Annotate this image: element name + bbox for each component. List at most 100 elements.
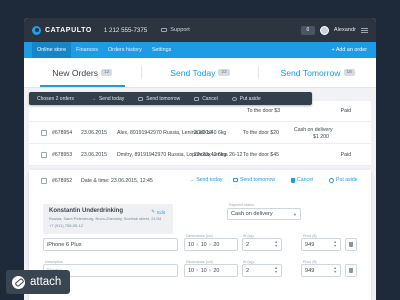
order-id-cell: #678954	[52, 129, 73, 136]
cancel-button[interactable]: Cancel	[291, 177, 313, 183]
put-aside-label: Put aside	[239, 95, 261, 102]
put-aside-button[interactable]: Put aside	[329, 177, 358, 183]
payment-status-label: Payment status	[229, 203, 254, 207]
tab-new-orders[interactable]: New Orders 12	[24, 58, 141, 87]
row-checkbox[interactable]	[41, 129, 47, 136]
dimensions-input[interactable]: 10 × 10 × 20	[184, 238, 238, 251]
nav-item-online-store[interactable]: Online store	[32, 42, 72, 58]
date-cell: 23.06.2015	[81, 151, 107, 158]
customer-phone: +7 (911) 755-55-12	[49, 223, 84, 229]
dim-length: 10	[188, 267, 194, 274]
trash-icon	[349, 242, 353, 247]
cancel-button[interactable]: Cancel	[187, 96, 225, 102]
top-bar: CATAPULTO 1 212 555-7375 Support 0 Alexa…	[24, 18, 376, 42]
payment-cell: Cash on delivery	[294, 127, 333, 133]
stepper-arrows-icon[interactable]: ▲ ▼	[333, 266, 337, 274]
add-order-button[interactable]: + Add an order	[331, 42, 376, 58]
dim-width: 10	[200, 267, 207, 274]
stepper-arrows-icon[interactable]: ▲ ▼	[333, 240, 337, 248]
delivery-cell: To the door $3	[247, 108, 281, 114]
put-aside-button[interactable]: Put aside	[225, 96, 268, 102]
selection-action-bar: Chosen 2 orders Send today Send tomorrow…	[29, 92, 312, 105]
stepper-arrows-icon[interactable]: ▲ ▼	[274, 266, 278, 274]
send-today-label: Send today	[98, 95, 125, 102]
tab-count-badge: 12	[101, 69, 113, 76]
send-today-button[interactable]: Send today	[84, 96, 131, 102]
dim-length: 10	[188, 241, 194, 248]
tab-send-today[interactable]: Send Today 22	[142, 58, 259, 87]
send-tomorrow-label: Send tomorrow	[146, 95, 181, 102]
nav-item-orders-history[interactable]: Orders history	[103, 42, 147, 58]
edit-customer-button[interactable]: ✎ Edit	[151, 209, 165, 215]
calendar-icon	[233, 178, 238, 182]
attach-button[interactable]: attach	[6, 270, 71, 294]
clock-icon	[231, 96, 237, 101]
weight-value: 2	[246, 267, 250, 274]
order-datetime: Date & time: 23.06.2015, 12:45	[81, 178, 153, 184]
item-name-input[interactable]: iPhone 6 Plus	[43, 238, 178, 251]
tab-label: Send Tomorrow	[280, 67, 341, 78]
times-icon: ×	[196, 268, 199, 273]
weight-stepper[interactable]: 2 ▲ ▼	[242, 264, 282, 277]
table-row[interactable]: #678954 23.06.2015 Alex, 89191942970 Rus…	[29, 122, 371, 144]
order-id: #678952	[52, 178, 73, 184]
main-nav: Online store Finances Orders history Set…	[24, 42, 376, 58]
row-checkbox[interactable]	[41, 151, 47, 158]
support-link[interactable]: Support	[161, 27, 190, 33]
payment-status-select[interactable]: Cash on delivery ▼	[227, 208, 301, 220]
order-id-cell: #678953	[52, 151, 73, 158]
send-tomorrow-button[interactable]: Send tomorrow	[131, 96, 187, 102]
remove-item-button[interactable]	[345, 264, 357, 277]
trash-icon	[291, 177, 295, 183]
dimensions-input[interactable]: 10 × 10 × 20	[184, 264, 238, 277]
trash-icon	[349, 268, 353, 273]
dims-cell: 20x20x40 6kg	[194, 129, 227, 136]
tab-label: Send Today	[170, 67, 216, 78]
dim-width: 10	[200, 241, 207, 248]
tab-send-tomorrow[interactable]: Send Tomorrow 18	[259, 58, 376, 87]
price-value: 949	[305, 267, 315, 274]
delivery-cell: To the door $45	[243, 151, 280, 158]
send-today-button[interactable]: → Send today	[189, 177, 222, 183]
weight-stepper[interactable]: 2 ▲ ▼	[242, 238, 282, 251]
trash-icon	[194, 96, 200, 101]
tab-label: New Orders	[52, 67, 99, 78]
pencil-icon: ✎	[151, 209, 156, 214]
send-today-label: Send today	[196, 177, 223, 183]
price-stepper[interactable]: 949 ▲ ▼	[301, 238, 341, 251]
tab-count-badge: 22	[218, 69, 230, 76]
stepper-arrows-icon[interactable]: ▲ ▼	[274, 240, 278, 248]
calendar-icon	[138, 96, 144, 101]
user-name[interactable]: Alexandr	[334, 27, 356, 33]
nav-item-finances[interactable]: Finances	[71, 42, 103, 58]
row-checkbox[interactable]	[41, 178, 47, 184]
remove-item-button[interactable]	[345, 238, 357, 251]
avatar[interactable]	[319, 25, 329, 35]
amount-cell: $1 200	[313, 134, 329, 140]
dims-cell: 20x20x40 6kg	[194, 151, 227, 158]
logo[interactable]: CATAPULTO	[32, 25, 92, 35]
price-stepper[interactable]: 949 ▲ ▼	[301, 264, 341, 277]
weight-value: 2	[246, 241, 250, 248]
order-detail-header: #678952 Date & time: 23.06.2015, 12:45 →…	[29, 170, 371, 192]
payment-cell: Paid	[340, 108, 351, 114]
cart-icon[interactable]: 0	[300, 25, 315, 35]
arrow-right-icon	[91, 96, 96, 102]
arrow-right-icon: →	[189, 177, 195, 183]
logo-text: CATAPULTO	[45, 26, 92, 34]
customer-name: Konstantin Underdrinking	[49, 208, 123, 214]
menu-icon[interactable]	[361, 27, 368, 33]
price-value: 949	[305, 241, 315, 248]
nav-item-settings[interactable]: Settings	[147, 42, 176, 58]
table-row[interactable]: #678953 23.06.2015 Dmitry, 89191942970 R…	[29, 144, 371, 166]
send-tomorrow-button[interactable]: Send tomorrow	[233, 177, 275, 183]
edit-label: Edit	[157, 209, 165, 215]
send-tomorrow-label: Send tomorrow	[240, 177, 276, 183]
clock-icon	[329, 177, 334, 183]
support-label: Support	[170, 27, 190, 33]
logo-icon	[32, 25, 41, 35]
dim-height: 20	[213, 267, 220, 274]
selection-count: Chosen 2 orders	[37, 95, 74, 102]
order-tabs: New Orders 12 Send Today 22 Send Tomorro…	[24, 58, 376, 88]
delivery-cell: To the door $20	[243, 129, 280, 136]
